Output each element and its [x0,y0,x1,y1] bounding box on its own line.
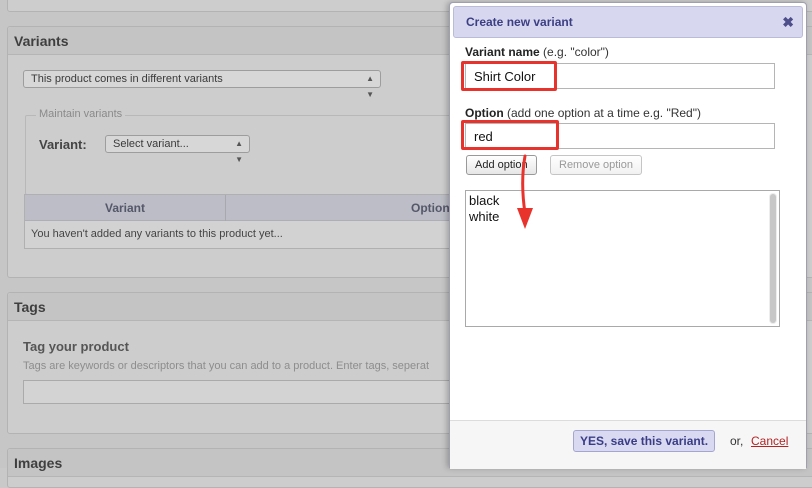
select-arrows-icon: ▲ ▼ [366,74,374,99]
option-input[interactable] [465,123,775,149]
variant-name-label: Variant name (e.g. "color") [465,45,609,59]
tags-title: Tag your product [23,339,129,354]
variant-mode-select-value: This product comes in different variants [31,73,223,85]
option-label: Option (add one option at a time e.g. "R… [465,106,701,120]
variant-name-input[interactable] [465,63,775,89]
listbox-scrollbar-thumb[interactable] [770,194,776,323]
tags-input[interactable] [23,380,463,404]
dialog-titlebar: Create new variant ✖ [453,6,803,38]
variant-select[interactable]: Select variant... ▲ ▼ [105,135,250,164]
column-header-variant: Variant [104,201,146,215]
column-divider [225,195,226,221]
dialog-title: Create new variant [466,15,573,29]
variant-mode-select[interactable]: This product comes in different variants… [23,70,381,99]
dialog-footer: YES, save this variant. or, Cancel [450,421,806,469]
listbox-scrollbar[interactable] [769,193,777,324]
save-variant-button[interactable]: YES, save this variant. [573,430,716,452]
annotation-arrow-icon [517,154,533,229]
maintain-variants-legend: Maintain variants [36,108,126,120]
select-arrows-icon: ▲ ▼ [235,139,243,164]
remove-option-button[interactable]: Remove option [550,155,642,175]
variant-name-hint: (e.g. "color") [543,45,609,59]
cancel-link[interactable]: Cancel [751,434,788,448]
column-header-option: Option [411,201,450,215]
tags-description: Tags are keywords or descriptors that yo… [23,360,429,372]
or-text: or, [730,434,744,448]
variants-table: Variant Option You haven't added any var… [24,194,464,249]
maintain-variants-fieldset: Maintain variants Variant: Select varian… [25,108,455,195]
option-label-text: Option [465,106,504,120]
variant-select-label: Variant: [39,137,87,152]
close-icon[interactable]: ✖ [782,13,794,31]
variant-select-value: Select variant... [113,138,189,150]
variants-empty-message: You haven't added any variants to this p… [31,228,283,240]
variant-name-label-text: Variant name [465,45,540,59]
create-variant-dialog: Create new variant ✖ Variant name (e.g. … [449,2,807,469]
variants-table-header: Variant Option [25,195,463,221]
option-hint: (add one option at a time e.g. "Red") [507,106,701,120]
